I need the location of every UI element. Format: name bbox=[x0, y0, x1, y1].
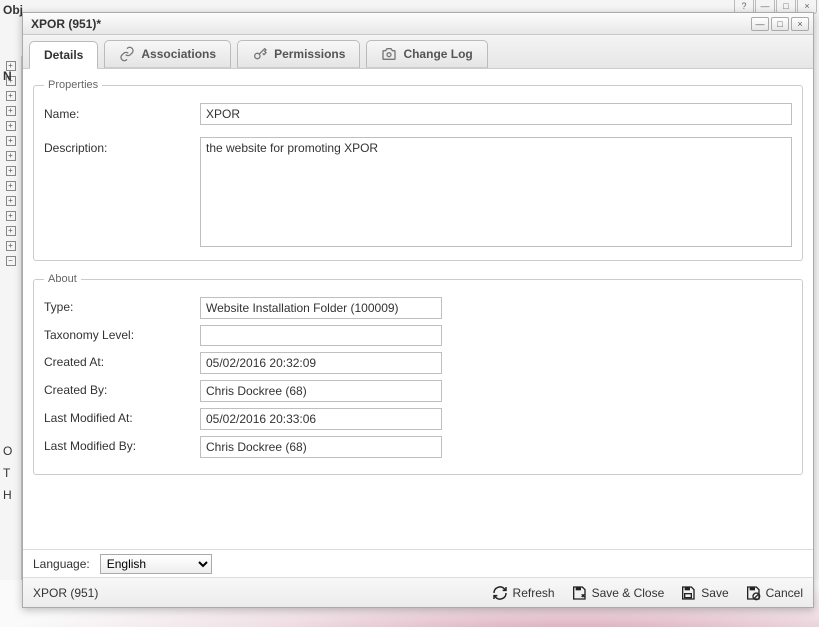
save-button[interactable]: Save bbox=[680, 585, 728, 601]
description-input[interactable] bbox=[200, 137, 792, 247]
name-input[interactable] bbox=[200, 103, 792, 125]
language-bar: Language: English bbox=[23, 549, 813, 577]
tree-expand-icon: + bbox=[6, 196, 16, 206]
taxonomy-value bbox=[200, 325, 442, 346]
taxonomy-label: Taxonomy Level: bbox=[44, 325, 200, 342]
bg-letter-o: O bbox=[3, 444, 12, 458]
properties-fieldset: Properties Name: Description: bbox=[33, 79, 803, 261]
type-label: Type: bbox=[44, 297, 200, 314]
tree-expand-icon: + bbox=[6, 181, 16, 191]
maximize-button[interactable]: □ bbox=[771, 17, 789, 31]
modified-at-label: Last Modified At: bbox=[44, 408, 200, 425]
name-label: Name: bbox=[44, 103, 200, 121]
dialog-footer: XPOR (951) Refresh Save & Close Save bbox=[23, 577, 813, 607]
tree-expand-icon: + bbox=[6, 91, 16, 101]
language-label: Language: bbox=[33, 557, 90, 571]
tree-collapse-icon: − bbox=[6, 256, 16, 266]
save-and-close-button[interactable]: Save & Close bbox=[571, 585, 665, 601]
dialog-title: XPOR (951)* bbox=[27, 17, 749, 31]
description-label: Description: bbox=[44, 137, 200, 155]
modified-at-value: 05/02/2016 20:33:06 bbox=[200, 408, 442, 430]
tree-expand-icon: + bbox=[6, 106, 16, 116]
tree-expand-icon: + bbox=[6, 211, 16, 221]
save-icon bbox=[680, 585, 696, 601]
about-legend: About bbox=[44, 273, 81, 285]
tab-label: Change Log bbox=[403, 47, 472, 61]
tab-permissions[interactable]: Permissions bbox=[237, 40, 360, 68]
tree-expand-icon: + bbox=[6, 166, 16, 176]
tree-expand-icon: + bbox=[6, 241, 16, 251]
save-close-icon bbox=[571, 585, 587, 601]
bg-letter-n: N bbox=[3, 69, 12, 83]
created-by-value: Chris Dockree (68) bbox=[200, 380, 442, 402]
refresh-label: Refresh bbox=[513, 586, 555, 600]
tab-change-log[interactable]: Change Log bbox=[366, 40, 487, 68]
camera-icon bbox=[381, 46, 397, 62]
about-fieldset: About Type: Website Installation Folder … bbox=[33, 273, 803, 475]
background-sidebar: + + + + + + + + + + + + + − bbox=[0, 56, 22, 596]
language-select[interactable]: English bbox=[100, 554, 212, 574]
bg-letter-h: H bbox=[3, 488, 12, 502]
tab-bar: Details Associations Permissions Change … bbox=[23, 35, 813, 69]
dialog-titlebar[interactable]: XPOR (951)* — □ × bbox=[23, 13, 813, 35]
refresh-icon bbox=[492, 585, 508, 601]
dialog-body: Properties Name: Description: About Type… bbox=[23, 69, 813, 549]
created-by-label: Created By: bbox=[44, 380, 200, 397]
tab-associations[interactable]: Associations bbox=[104, 40, 231, 68]
tree-expand-icon: + bbox=[6, 151, 16, 161]
save-close-label: Save & Close bbox=[592, 586, 665, 600]
refresh-button[interactable]: Refresh bbox=[492, 585, 555, 601]
modified-by-label: Last Modified By: bbox=[44, 436, 200, 453]
cancel-label: Cancel bbox=[766, 586, 803, 600]
cancel-icon bbox=[745, 585, 761, 601]
created-at-label: Created At: bbox=[44, 352, 200, 369]
save-label: Save bbox=[701, 586, 728, 600]
type-value: Website Installation Folder (100009) bbox=[200, 297, 442, 319]
tab-label: Associations bbox=[141, 47, 216, 61]
close-button[interactable]: × bbox=[791, 17, 809, 31]
minimize-button[interactable]: — bbox=[751, 17, 769, 31]
cancel-button[interactable]: Cancel bbox=[745, 585, 803, 601]
footer-object-title: XPOR (951) bbox=[33, 586, 98, 600]
created-at-value: 05/02/2016 20:32:09 bbox=[200, 352, 442, 374]
tab-label: Permissions bbox=[274, 47, 345, 61]
object-editor-dialog: XPOR (951)* — □ × Details Associations P… bbox=[22, 12, 814, 608]
tree-expand-icon: + bbox=[6, 226, 16, 236]
key-icon bbox=[252, 46, 268, 62]
tab-label: Details bbox=[44, 48, 83, 62]
properties-legend: Properties bbox=[44, 79, 102, 91]
tab-details[interactable]: Details bbox=[29, 41, 98, 69]
tree-expand-icon: + bbox=[6, 121, 16, 131]
tree-expand-icon: + bbox=[6, 136, 16, 146]
bg-letter-t: T bbox=[3, 466, 10, 480]
link-icon bbox=[119, 46, 135, 62]
modified-by-value: Chris Dockree (68) bbox=[200, 436, 442, 458]
